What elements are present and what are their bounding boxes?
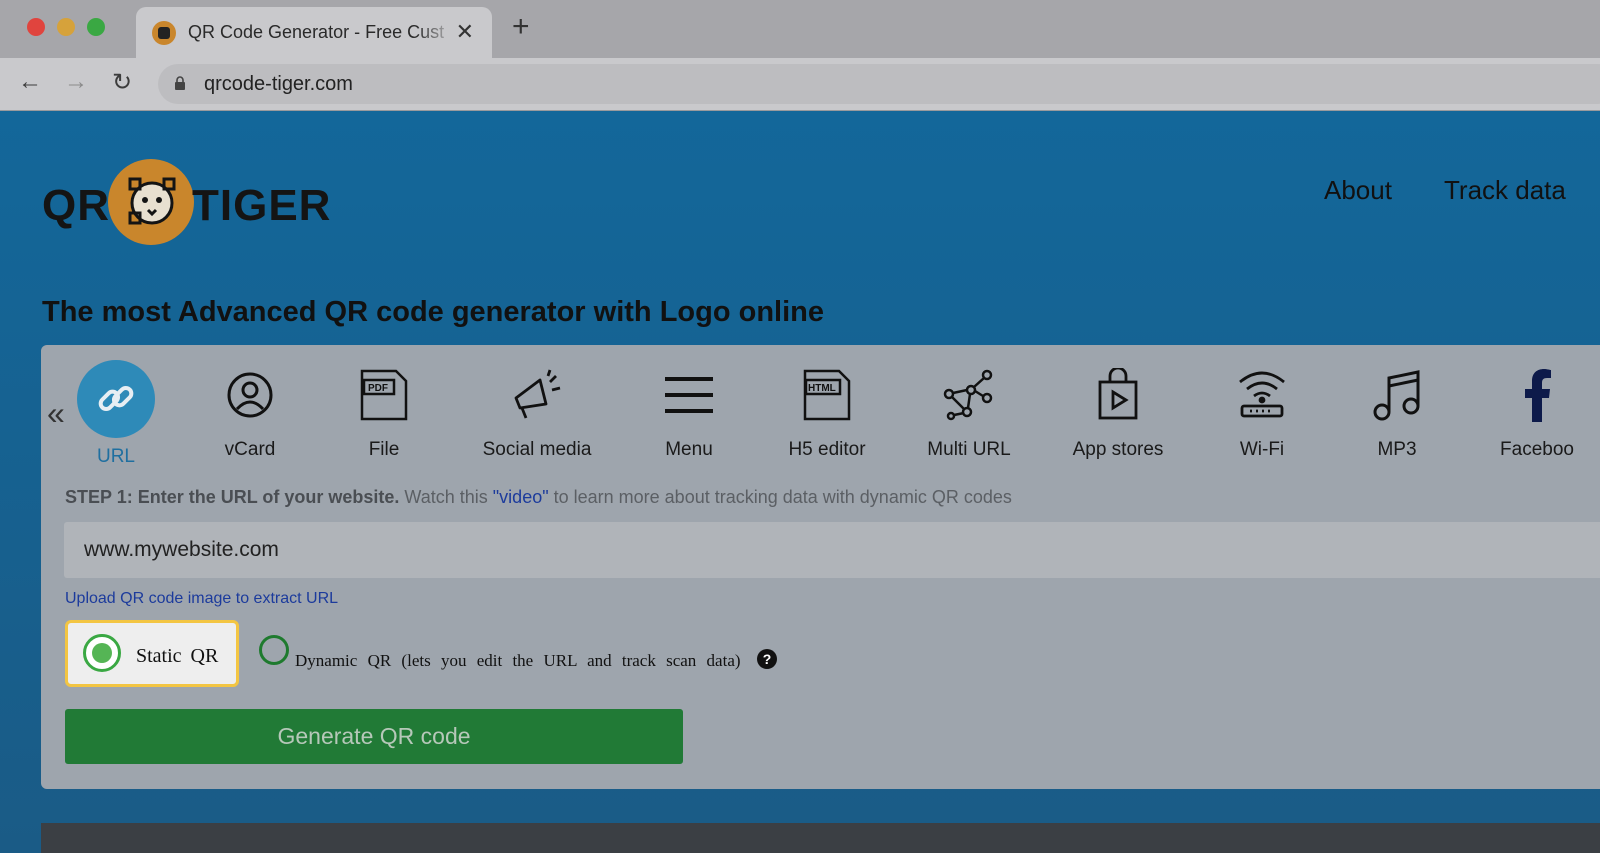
logo-text-right: TIGER: [192, 181, 332, 230]
qr-type-label: File: [368, 439, 400, 460]
tab-title: QR Code Generator - Free Cust: [188, 22, 445, 42]
upload-qr-image-link[interactable]: Upload QR code image to extract URL: [65, 590, 338, 608]
qr-type-h5-editor[interactable]: HTML H5 editor: [767, 365, 887, 461]
close-window-button[interactable]: [27, 18, 45, 36]
qr-type-label: URL: [96, 446, 135, 467]
forward-arrow-icon[interactable]: →: [64, 68, 88, 96]
step-instructions: STEP 1: Enter the URL of your website. W…: [65, 487, 1012, 508]
wifi-router-icon: [1232, 365, 1292, 425]
static-qr-radio[interactable]: [83, 634, 121, 672]
step-text-before-link: Watch this: [404, 487, 488, 507]
qr-type-multi-url[interactable]: Multi URL: [909, 365, 1029, 461]
nav-track-data-link[interactable]: Track data: [1444, 175, 1566, 206]
qr-type-app-stores[interactable]: App stores: [1058, 365, 1178, 461]
qr-type-mp3[interactable]: MP3: [1337, 365, 1457, 461]
facebook-icon: [1507, 365, 1567, 425]
maximize-window-button[interactable]: [87, 18, 105, 36]
browser-tab-bar: QR Code Generator - Free Cust ✕ +: [0, 0, 1600, 58]
step-text-after-link: to learn more about tracking data with d…: [553, 487, 1012, 507]
qr-type-label: Faceboo: [1500, 439, 1574, 460]
shopping-bag-play-icon: [1088, 365, 1148, 425]
qr-tiger-logo[interactable]: QR TIGER: [42, 159, 342, 249]
page-content: QR TIGER About Track data The most Advan…: [0, 111, 1600, 853]
link-icon: [77, 360, 155, 438]
qr-type-label: Social media: [482, 439, 592, 460]
url-text: qrcode-tiger.com: [204, 73, 353, 95]
generate-qr-code-button[interactable]: Generate QR code: [65, 709, 683, 764]
nav-about-link[interactable]: About: [1324, 175, 1392, 206]
qr-type-social-media[interactable]: Social media: [477, 365, 597, 461]
static-qr-option[interactable]: Static QR: [65, 620, 239, 687]
qr-type-menu[interactable]: Menu: [629, 365, 749, 461]
qr-type-vcard[interactable]: vCard: [190, 365, 310, 461]
browser-tab[interactable]: QR Code Generator - Free Cust ✕: [136, 7, 492, 58]
lock-icon: [175, 76, 185, 90]
qr-type-label: App stores: [1072, 439, 1164, 460]
html-file-icon: HTML: [797, 365, 857, 425]
dynamic-qr-label[interactable]: Dynamic QR (lets you edit the URL and tr…: [295, 651, 741, 671]
browser-toolbar: ← → ↻ qrcode-tiger.com: [0, 58, 1600, 111]
video-link[interactable]: "video": [493, 487, 549, 507]
qr-type-label: Menu: [665, 439, 713, 460]
reload-icon[interactable]: ↻: [112, 68, 132, 97]
minimize-window-button[interactable]: [57, 18, 75, 36]
website-url-input[interactable]: [64, 522, 1600, 578]
address-bar[interactable]: qrcode-tiger.com: [158, 64, 1600, 104]
user-circle-icon: [220, 365, 280, 425]
qr-type-label: MP3: [1377, 439, 1417, 460]
static-qr-label: Static QR: [136, 645, 219, 667]
tiger-favicon-icon: [152, 21, 176, 45]
step-title: STEP 1: Enter the URL of your website.: [65, 487, 400, 507]
qr-type-label: H5 editor: [788, 439, 866, 460]
music-note-icon: [1367, 365, 1427, 425]
qr-type-label: Wi-Fi: [1239, 439, 1285, 460]
generator-panel: « URL vCard PDF File Social media Menu H…: [41, 345, 1600, 789]
qr-type-file[interactable]: PDF File: [324, 365, 444, 461]
close-tab-icon[interactable]: ✕: [456, 19, 474, 45]
dynamic-qr-radio[interactable]: [259, 635, 289, 665]
megaphone-icon: [507, 365, 567, 425]
back-arrow-icon[interactable]: ←: [18, 68, 42, 96]
qr-type-label: vCard: [224, 439, 276, 460]
qr-type-url[interactable]: URL: [56, 360, 176, 468]
qr-type-wifi[interactable]: Wi-Fi: [1202, 365, 1322, 461]
qr-type-facebook[interactable]: Faceboo: [1477, 365, 1597, 461]
next-section-edge: [41, 823, 1600, 853]
help-circle-icon[interactable]: ?: [757, 649, 777, 669]
hamburger-menu-icon: [659, 365, 719, 425]
logo-text-left: QR: [42, 181, 110, 230]
qr-type-label: Multi URL: [927, 439, 1011, 460]
page-headline: The most Advanced QR code generator with…: [42, 296, 824, 328]
network-nodes-icon: [939, 365, 999, 425]
svg-text:PDF: PDF: [368, 383, 388, 394]
pdf-file-icon: PDF: [354, 365, 414, 425]
new-tab-icon[interactable]: +: [512, 12, 530, 42]
svg-text:HTML: HTML: [808, 383, 836, 394]
tiger-face-icon: [128, 177, 176, 225]
